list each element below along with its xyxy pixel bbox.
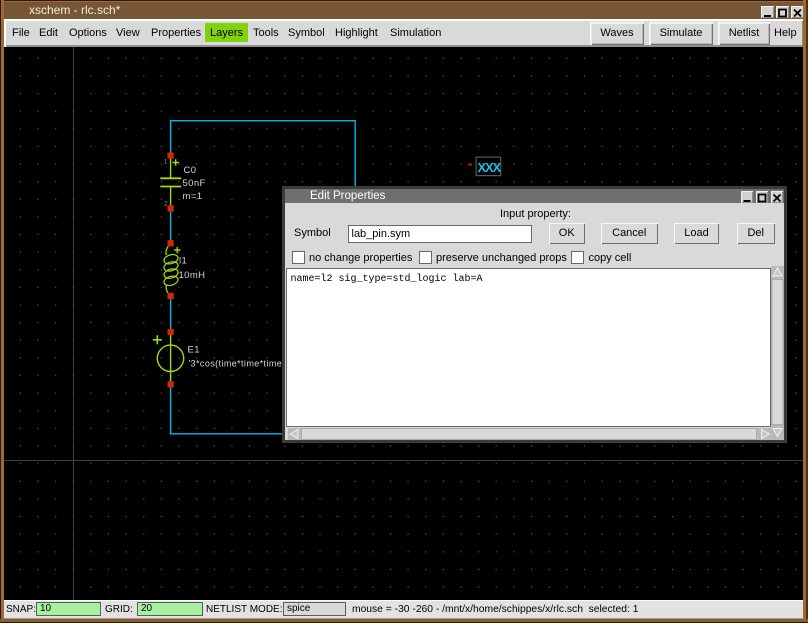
svg-text:XXX: XXX [478, 160, 502, 175]
svg-text:m=1: m=1 [183, 191, 203, 202]
svg-text:C0: C0 [184, 165, 197, 176]
svg-text:10mH: 10mH [179, 270, 206, 281]
svg-text:l1: l1 [179, 255, 187, 266]
svg-text:E1: E1 [188, 345, 200, 356]
svg-text:2: 2 [164, 202, 168, 208]
svg-text:50nF: 50nF [183, 178, 206, 189]
svg-text:1: 1 [164, 160, 168, 166]
